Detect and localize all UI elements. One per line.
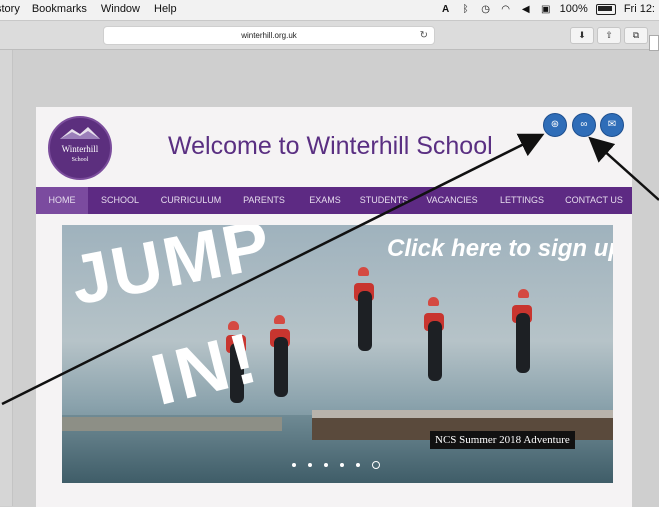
annotation-arrows <box>1 133 659 406</box>
arrow-line-right <box>588 136 659 201</box>
arrow-line-left <box>1 133 545 406</box>
